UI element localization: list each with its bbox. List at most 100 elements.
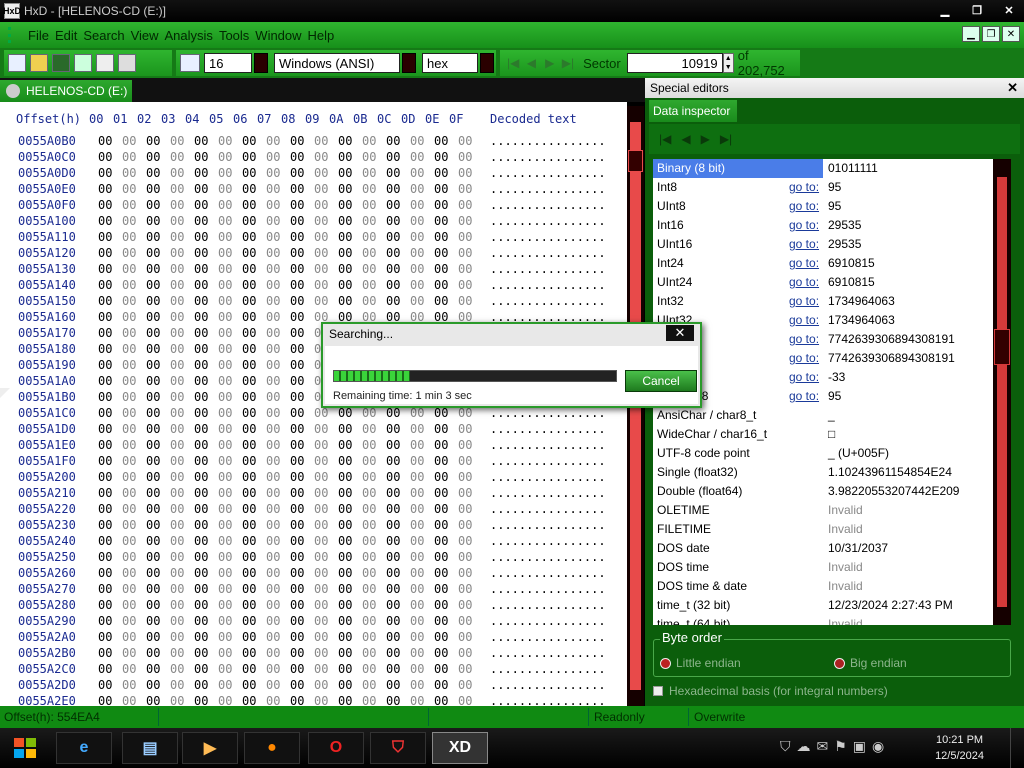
hex-byte[interactable]: 00	[434, 694, 458, 706]
new-file-icon[interactable]	[8, 54, 26, 72]
hex-byte[interactable]: 00	[362, 646, 386, 660]
hex-byte[interactable]: 00	[242, 150, 266, 164]
tray-shield-icon[interactable]: ⛉	[780, 738, 791, 755]
start-windows-icon[interactable]	[6, 732, 46, 764]
hex-byte[interactable]: 00	[290, 646, 314, 660]
hex-byte[interactable]: 00	[122, 518, 146, 532]
hex-byte[interactable]: 00	[98, 486, 122, 500]
inspector-value[interactable]: Invalid	[828, 579, 863, 593]
hex-byte[interactable]: 00	[458, 582, 482, 596]
hex-byte[interactable]: 00	[194, 614, 218, 628]
minimize-button[interactable]: ▁	[932, 2, 958, 18]
hex-byte[interactable]: 00	[98, 150, 122, 164]
hex-byte[interactable]: 00	[170, 614, 194, 628]
hex-byte[interactable]: 00	[146, 390, 170, 404]
hex-byte[interactable]: 00	[146, 598, 170, 612]
hex-byte[interactable]: 00	[362, 486, 386, 500]
hex-byte[interactable]: 00	[458, 646, 482, 660]
hex-byte[interactable]: 00	[386, 502, 410, 516]
hex-byte[interactable]: 00	[194, 502, 218, 516]
hex-byte[interactable]: 00	[338, 134, 362, 148]
hex-byte[interactable]: 00	[98, 582, 122, 596]
hex-byte[interactable]: 00	[194, 310, 218, 324]
goto-link[interactable]: go to:	[789, 237, 819, 251]
hex-byte[interactable]: 00	[386, 630, 410, 644]
hex-byte[interactable]: 00	[290, 630, 314, 644]
hex-byte[interactable]: 00	[170, 662, 194, 676]
hex-byte[interactable]: 00	[194, 342, 218, 356]
hex-byte[interactable]: 00	[290, 198, 314, 212]
hex-byte[interactable]: 00	[314, 566, 338, 580]
hex-byte[interactable]: 00	[218, 166, 242, 180]
bytes-per-row-dropdown[interactable]	[254, 53, 268, 73]
hex-byte[interactable]: 00	[194, 326, 218, 340]
hex-byte[interactable]: 00	[218, 646, 242, 660]
hex-byte[interactable]: 00	[458, 406, 482, 420]
hex-byte[interactable]: 00	[410, 214, 434, 228]
hex-byte[interactable]: 00	[194, 150, 218, 164]
hex-row[interactable]: 0055A2C0 00 00 00 00 00 00 00 00 00 00 00 00 00 00 00 00…	[18, 662, 606, 678]
menu-search[interactable]: Search	[83, 28, 130, 43]
hex-row[interactable]: 0055A200 00 00 00 00 00 00 00 00 00 00 00 00 00 00 00 00…	[18, 470, 606, 486]
hex-byte[interactable]: 00	[170, 694, 194, 706]
hex-byte[interactable]: 00	[290, 342, 314, 356]
hex-byte[interactable]: 00	[386, 694, 410, 706]
hex-byte[interactable]: 00	[458, 662, 482, 676]
special-editors-close-icon[interactable]: ✕	[1007, 80, 1018, 96]
hex-byte[interactable]: 00	[170, 182, 194, 196]
hex-byte[interactable]: 00	[410, 486, 434, 500]
hex-byte[interactable]: 00	[242, 630, 266, 644]
hex-byte[interactable]: 00	[314, 438, 338, 452]
hex-byte[interactable]: 00	[218, 502, 242, 516]
decoded-text[interactable]: ................	[490, 550, 606, 564]
hex-byte[interactable]: 00	[242, 518, 266, 532]
hex-byte[interactable]: 00	[194, 134, 218, 148]
hex-byte[interactable]: 00	[242, 374, 266, 388]
hex-byte[interactable]: 00	[266, 406, 290, 420]
hex-byte[interactable]: 00	[338, 646, 362, 660]
hex-byte[interactable]: 00	[362, 598, 386, 612]
hex-byte[interactable]: 00	[170, 486, 194, 500]
hex-byte[interactable]: 00	[434, 598, 458, 612]
hex-byte[interactable]: 00	[218, 294, 242, 308]
hex-byte[interactable]: 00	[194, 374, 218, 388]
hex-byte[interactable]: 00	[194, 438, 218, 452]
hex-byte[interactable]: 00	[290, 598, 314, 612]
hex-byte[interactable]: 00	[290, 278, 314, 292]
hex-byte[interactable]: 00	[362, 406, 386, 420]
hex-byte[interactable]: 00	[266, 390, 290, 404]
hex-byte[interactable]: 00	[314, 454, 338, 468]
hex-byte[interactable]: 00	[338, 198, 362, 212]
hex-byte[interactable]: 00	[146, 326, 170, 340]
hex-byte[interactable]: 00	[98, 390, 122, 404]
hex-byte[interactable]: 00	[290, 406, 314, 420]
hex-row[interactable]: 0055A220 00 00 00 00 00 00 00 00 00 00 00 00 00 00 00 00…	[18, 502, 606, 518]
hex-byte[interactable]: 00	[218, 390, 242, 404]
hex-byte[interactable]: 00	[410, 470, 434, 484]
inspector-value[interactable]: Invalid	[828, 503, 863, 517]
next-sector-icon[interactable]: ▶	[541, 56, 559, 70]
inspector-row[interactable]: DOS date 10/31/2037	[653, 539, 993, 558]
hex-byte[interactable]: 00	[98, 166, 122, 180]
hex-byte[interactable]: 00	[146, 486, 170, 500]
hex-byte[interactable]: 00	[458, 694, 482, 706]
hex-byte[interactable]: 00	[410, 230, 434, 244]
hex-byte[interactable]: 00	[338, 278, 362, 292]
inspector-prev-icon[interactable]: ◀	[681, 132, 690, 146]
hex-byte[interactable]: 00	[170, 598, 194, 612]
hex-byte[interactable]: 00	[362, 614, 386, 628]
hex-byte[interactable]: 00	[386, 262, 410, 276]
hex-byte[interactable]: 00	[98, 182, 122, 196]
hex-byte[interactable]: 00	[314, 630, 338, 644]
hex-byte[interactable]: 00	[386, 134, 410, 148]
tray-chat-icon[interactable]: ✉	[817, 738, 829, 755]
hex-byte[interactable]: 00	[314, 182, 338, 196]
hex-byte[interactable]: 00	[338, 630, 362, 644]
hex-byte[interactable]: 00	[386, 566, 410, 580]
hex-byte[interactable]: 00	[98, 278, 122, 292]
hex-byte[interactable]: 00	[170, 678, 194, 692]
hex-byte[interactable]: 00	[458, 150, 482, 164]
hex-byte[interactable]: 00	[242, 246, 266, 260]
hex-byte[interactable]: 00	[170, 582, 194, 596]
hex-basis-checkbox[interactable]: Hexadecimal basis (for integral numbers)	[653, 684, 888, 698]
